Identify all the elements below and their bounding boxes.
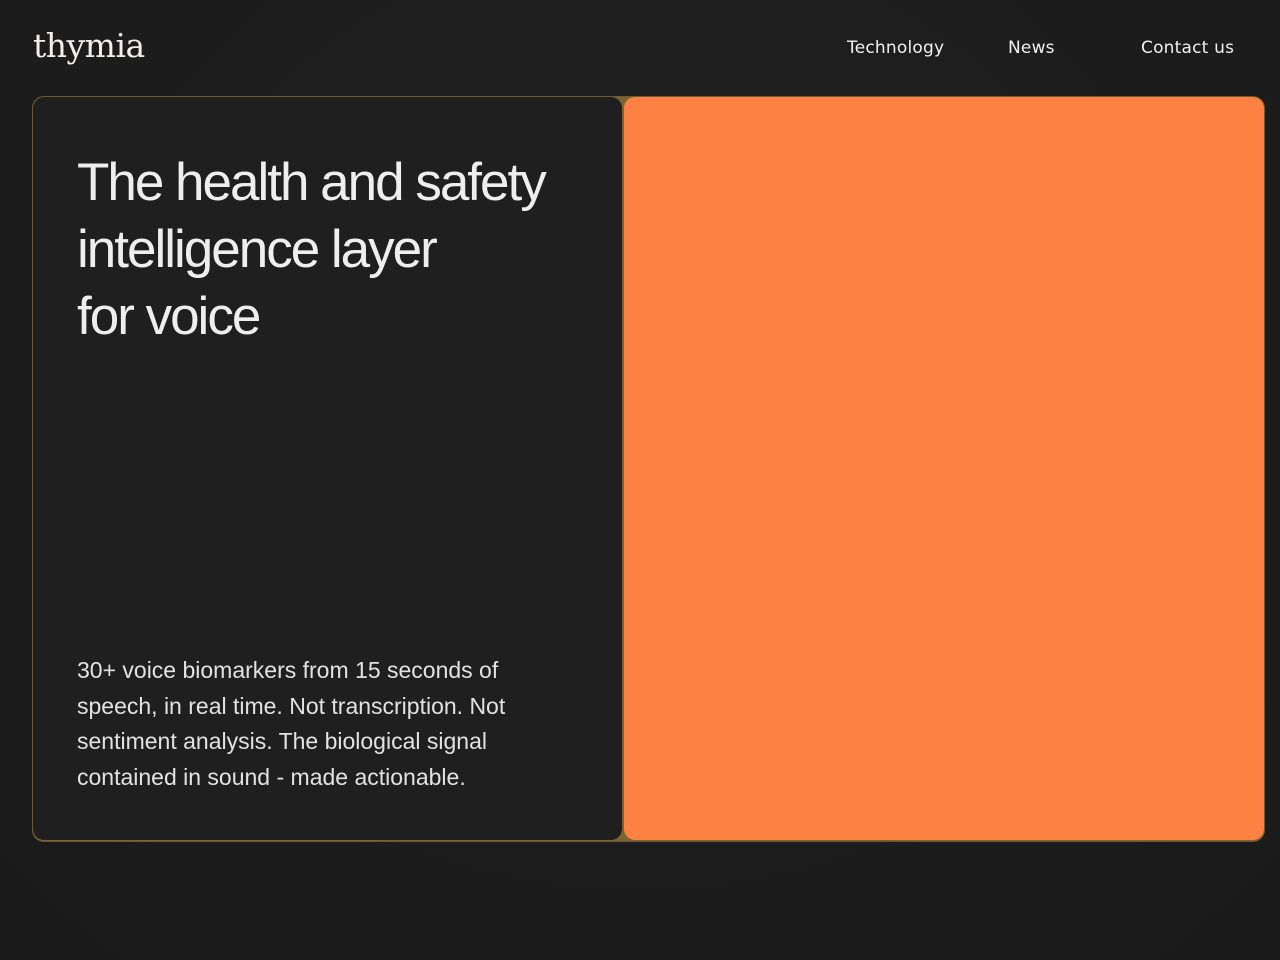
page: thymia Technology News Contact us The he…: [0, 0, 1280, 960]
headline-line: intelligence layer: [77, 220, 438, 279]
site-header: thymia Technology News Contact us: [0, 0, 1280, 96]
headline-line: for voice: [77, 287, 261, 346]
hero-visual-panel: [624, 97, 1264, 840]
hero-section: The health and safety intelligence layer…: [32, 96, 1265, 842]
nav-news-link[interactable]: News: [1008, 36, 1055, 60]
thymia-logo[interactable]: thymia: [33, 24, 145, 68]
description-line: 30+ voice biomarkers from 15 seconds of: [77, 657, 499, 683]
hero-text-panel: The health and safety intelligence layer…: [33, 97, 622, 840]
headline-line: The health and safety: [77, 153, 547, 212]
description-line: sentiment analysis. The biological signa…: [77, 728, 487, 754]
hero-headline: The health and safety intelligence layer…: [77, 149, 587, 350]
nav-technology-link[interactable]: Technology: [847, 36, 944, 60]
hero-description: 30+ voice biomarkers from 15 seconds of …: [77, 653, 577, 795]
description-line: contained in sound - made actionable.: [77, 763, 466, 790]
nav-contact-link[interactable]: Contact us: [1141, 36, 1234, 60]
description-line: speech, in real time. Not transcription.…: [77, 692, 506, 719]
